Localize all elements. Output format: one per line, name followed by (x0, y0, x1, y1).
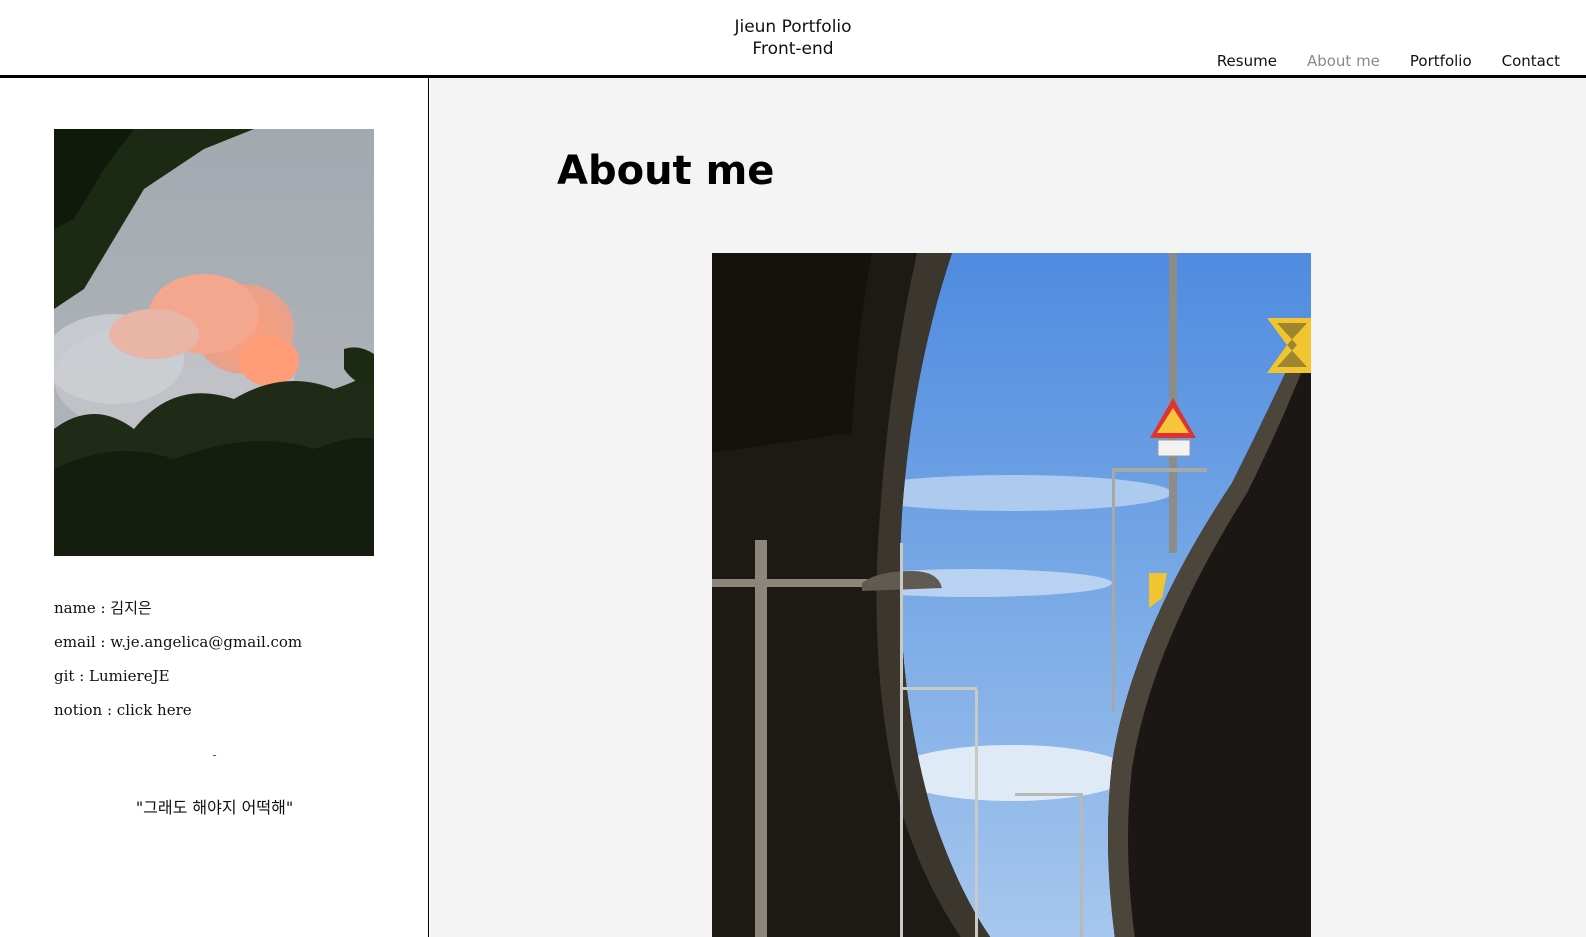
nav-portfolio[interactable]: Portfolio (1410, 52, 1472, 70)
info-name: name : 김지은 (54, 599, 152, 617)
brand-title: Jieun Portfolio (734, 17, 852, 37)
about-photo (712, 253, 1311, 937)
page-title: About me (557, 148, 775, 194)
contact-info: name : 김지은 email : w.je.angelica@gmail.c… (54, 597, 302, 733)
notion-link[interactable]: notion : click here (54, 701, 192, 719)
info-email: email : w.je.angelica@gmail.com (54, 633, 303, 651)
info-notion: notion : click here (54, 699, 302, 733)
about-section: About me (430, 78, 1586, 937)
motto-quote: "그래도 해야지 어떡해" (135, 798, 294, 817)
nav-about-me[interactable]: About me (1307, 52, 1380, 70)
nav-resume[interactable]: Resume (1217, 52, 1277, 70)
nav-contact[interactable]: Contact (1502, 52, 1560, 70)
divider: - (212, 748, 217, 762)
info-git[interactable]: git : LumiereJE (54, 665, 302, 699)
site-header: Jieun Portfolio Front-end Resume About m… (0, 0, 1586, 78)
profile-photo (54, 129, 374, 556)
profile-sidebar: name : 김지은 email : w.je.angelica@gmail.c… (0, 78, 429, 937)
top-nav: Resume About me Portfolio Contact (1217, 52, 1560, 70)
